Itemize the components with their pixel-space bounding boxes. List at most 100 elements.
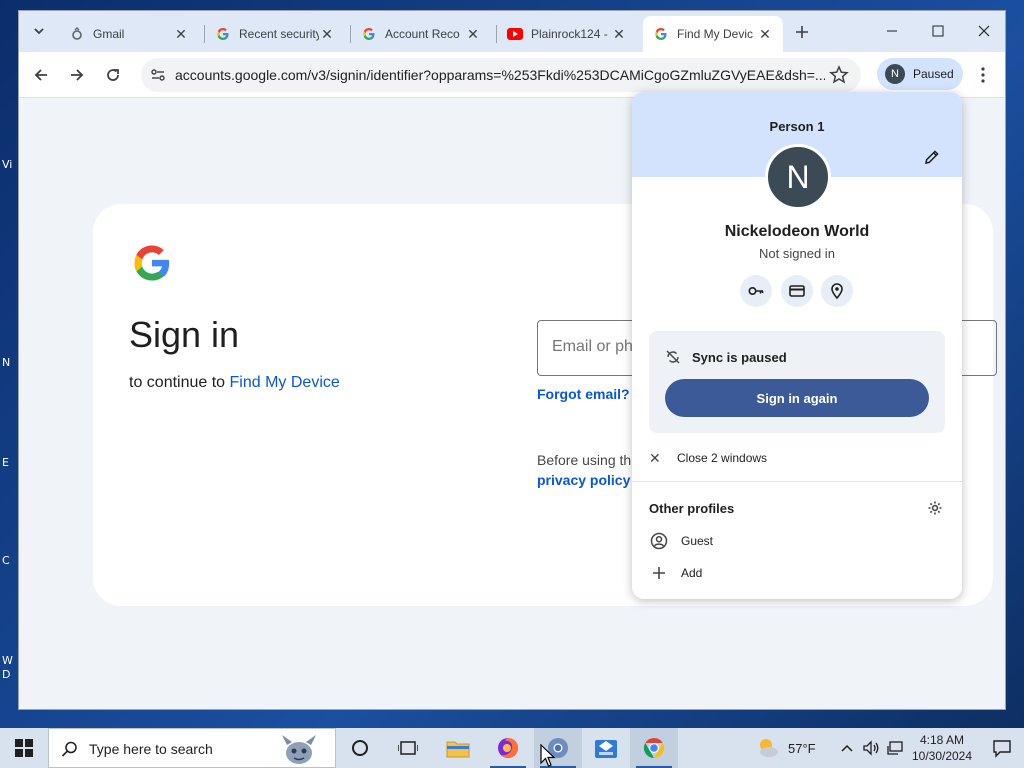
tab-title: Recent security	[239, 27, 319, 41]
taskbar-search[interactable]: Type here to search	[48, 728, 336, 768]
pencil-icon[interactable]	[923, 148, 941, 166]
forgot-email-link[interactable]: Forgot email?	[537, 386, 630, 402]
subtitle-text: to continue to	[129, 374, 230, 391]
reload-icon	[107, 69, 119, 81]
close-icon[interactable]: ✕	[173, 26, 189, 42]
back-button[interactable]	[27, 61, 55, 89]
google-icon	[215, 26, 231, 42]
sync-paused-section: Sync is paused Sign in again	[649, 331, 945, 433]
start-button[interactable]	[0, 728, 48, 768]
weather-widget[interactable]: 57°F	[754, 728, 816, 768]
close-icon[interactable]: ✕	[465, 26, 481, 42]
browser-menu-button[interactable]	[971, 63, 995, 87]
tab-strip: Gmail ✕ Recent security ✕ Account Reco ✕…	[19, 11, 1005, 52]
google-icon	[361, 26, 377, 42]
close-icon[interactable]: ✕	[611, 26, 627, 42]
tab-title: Plainrock124 -	[531, 27, 608, 41]
close-icon[interactable]: ✕	[319, 26, 335, 42]
google-icon	[653, 26, 669, 42]
maximize-button[interactable]	[915, 15, 961, 47]
tab-title: Find My Devic	[677, 27, 754, 41]
site-info-icon[interactable]	[149, 66, 167, 84]
tab-find-my-device[interactable]: Find My Devic ✕	[643, 16, 783, 52]
page-title: Sign in	[129, 314, 240, 355]
firefox-button[interactable]	[484, 728, 532, 768]
payment-methods-button[interactable]	[781, 275, 813, 307]
bookmark-star-icon[interactable]	[829, 65, 849, 85]
close-icon[interactable]: ✕	[757, 26, 773, 42]
avatar: N	[765, 144, 831, 210]
sync-off-icon	[665, 349, 681, 365]
desktop-icon-label[interactable]: Vi	[2, 158, 12, 171]
guest-profile-row[interactable]: Guest	[649, 530, 713, 552]
addresses-button[interactable]	[821, 275, 853, 307]
close-window-button[interactable]	[961, 15, 1005, 47]
person-label: Person 1	[769, 119, 825, 134]
search-highlight-icon	[279, 731, 319, 767]
divider	[632, 481, 962, 482]
network-icon[interactable]	[884, 740, 906, 756]
chrome-button[interactable]	[630, 728, 678, 768]
sync-status-text: Sync is paused	[692, 350, 787, 365]
address-bar[interactable]: accounts.google.com/v3/signin/identifier…	[141, 58, 861, 92]
tab-youtube[interactable]: Plainrock124 - ✕	[497, 16, 637, 52]
close-windows-row[interactable]: ✕ Close 2 windows	[649, 448, 767, 468]
add-profile-row[interactable]: Add	[649, 562, 702, 584]
plus-icon	[796, 26, 808, 38]
close-icon	[978, 25, 990, 37]
firefox-icon	[498, 738, 518, 758]
desktop-icon-label[interactable]: E	[2, 456, 9, 469]
passwords-button[interactable]	[740, 275, 772, 307]
profile-chip[interactable]: N Paused	[877, 58, 963, 90]
chevron-up-icon[interactable]	[838, 744, 856, 752]
gmail-icon	[69, 26, 85, 42]
system-tray	[838, 728, 906, 768]
volume-icon[interactable]	[860, 740, 882, 756]
location-pin-icon	[831, 283, 843, 300]
search-icon	[61, 740, 79, 758]
app-box-icon	[595, 740, 617, 758]
profile-status: Not signed in	[759, 246, 835, 261]
clock-time: 4:18 AM	[919, 733, 965, 747]
tab-account-recovery[interactable]: Account Reco ✕	[351, 16, 491, 52]
reload-button[interactable]	[99, 61, 127, 89]
arrow-right-icon	[71, 69, 84, 81]
new-tab-button[interactable]	[789, 19, 815, 45]
notification-icon	[993, 740, 1011, 758]
task-view-icon	[398, 741, 418, 755]
forward-button[interactable]	[63, 61, 91, 89]
password-key-icon	[748, 287, 764, 296]
tab-recent-security[interactable]: Recent security ✕	[205, 16, 345, 52]
url-text[interactable]: accounts.google.com/v3/signin/identifier…	[175, 67, 825, 83]
tab-title: Gmail	[93, 27, 125, 41]
desktop-icon-label[interactable]: W	[2, 654, 13, 667]
account-circle-icon	[649, 531, 669, 551]
search-placeholder: Type here to search	[89, 741, 213, 757]
more-vert-icon	[981, 67, 985, 83]
avatar: N	[885, 64, 905, 84]
privacy-policy-link[interactable]: privacy policy	[537, 472, 630, 488]
desktop-icon-label[interactable]: N	[2, 356, 10, 369]
desktop-icon-label[interactable]: D	[2, 668, 10, 681]
file-explorer-button[interactable]	[434, 728, 482, 768]
tab-gmail[interactable]: Gmail ✕	[59, 16, 199, 52]
tab-search-button[interactable]	[27, 19, 51, 43]
find-my-device-link[interactable]: Find My Device	[230, 374, 340, 391]
arrow-left-icon	[34, 69, 47, 81]
youtube-icon	[507, 26, 523, 42]
minimize-button[interactable]	[869, 15, 915, 47]
taskbar-clock[interactable]: 4:18 AM 10/30/2024	[904, 732, 980, 764]
desktop-icon-label[interactable]: C	[2, 554, 10, 567]
google-logo-icon	[134, 245, 170, 281]
maximize-icon	[932, 25, 944, 37]
sign-in-again-button[interactable]: Sign in again	[665, 379, 929, 417]
profile-chip-label: Paused	[913, 67, 954, 81]
close-icon: ✕	[649, 449, 661, 466]
signin-subtitle: to continue to Find My Device	[129, 374, 340, 392]
task-view-button[interactable]	[384, 728, 432, 768]
notification-center-button[interactable]	[980, 728, 1024, 768]
cortana-button[interactable]	[336, 728, 384, 768]
app-button[interactable]	[582, 728, 630, 768]
windows-logo-icon	[15, 739, 33, 757]
gear-icon[interactable]	[927, 500, 943, 516]
